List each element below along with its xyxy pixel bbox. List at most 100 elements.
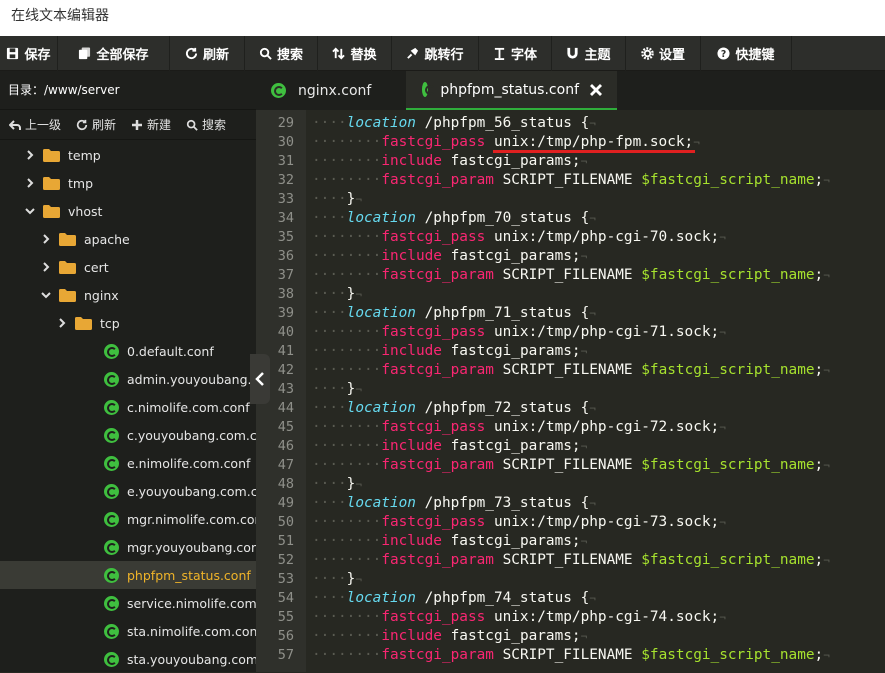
refresh-tree-button[interactable]: 刷新 — [67, 116, 122, 133]
code-token: unix:/tmp/php-fpm.sock; — [485, 134, 694, 150]
code-token: unix:/tmp/php-cgi-72.sock; — [485, 419, 720, 435]
toolbar-label: 替换 — [350, 48, 377, 63]
tree-folder[interactable]: cert — [0, 253, 256, 281]
chevron-right-icon[interactable] — [24, 149, 36, 161]
goto-line-button[interactable]: 跳转行 — [392, 36, 479, 71]
chevron-right-icon[interactable] — [40, 261, 52, 273]
tree-item-label: service.nimolife.com.conf — [127, 595, 256, 611]
code-content: ········fastcgi_pass unix:/tmp/php-cgi-7… — [312, 513, 726, 532]
search-button[interactable]: 搜索 — [245, 36, 318, 71]
line-end-marker: ¬ — [589, 592, 596, 605]
toolbar-label: 保存 — [24, 48, 51, 63]
close-icon[interactable] — [589, 83, 603, 97]
line-number: 47 — [277, 457, 294, 473]
collapse-sidebar-button[interactable] — [250, 354, 270, 404]
font-button[interactable]: 字体 — [479, 36, 552, 71]
line-end-marker: ¬ — [823, 174, 830, 187]
tree-file[interactable]: sta.youyoubang.com.c... — [0, 645, 256, 673]
line-number: 31 — [277, 153, 294, 169]
code-token: SCRIPT_FILENAME — [493, 172, 642, 188]
new-button[interactable]: 新建 — [122, 116, 177, 133]
code-editor[interactable]: 29 ····location /phpfpm_56_status {¬ 30 ···… — [256, 110, 885, 672]
tab-phpfpm-status-conf[interactable]: phpfpm_status.conf — [406, 71, 617, 110]
line-end-marker: ¬ — [823, 459, 830, 472]
whitespace-marker: ···· — [312, 286, 347, 302]
tree-folder[interactable]: apache — [0, 225, 256, 253]
tree-file[interactable]: sta.nimolife.com.conf — [0, 617, 256, 645]
code-token: SCRIPT_FILENAME — [493, 552, 642, 568]
line-number: 36 — [277, 248, 294, 264]
nginx-file-icon — [104, 539, 119, 555]
action-label: 刷新 — [92, 118, 117, 132]
whitespace-marker: ········ — [312, 457, 382, 473]
nginx-file-icon — [104, 651, 119, 667]
tree-file[interactable]: phpfpm_status.conf — [0, 561, 256, 589]
chevron-down-icon[interactable] — [24, 205, 36, 217]
tree-file[interactable]: 0.default.conf — [0, 337, 256, 365]
tree-file[interactable]: c.youyoubang.com.conf — [0, 421, 256, 449]
save-button[interactable]: 保存 — [0, 36, 58, 71]
chevron-right-icon[interactable] — [24, 177, 36, 189]
code-token: unix:/tmp/php-cgi-70.sock; — [485, 229, 720, 245]
code-token: ; — [814, 457, 824, 473]
tree-file[interactable]: e.youyoubang.com.conf — [0, 477, 256, 505]
code-content: ····}¬ — [312, 380, 362, 399]
code-token: /phpfpm_73_status { — [415, 495, 590, 511]
code-token: include — [381, 153, 442, 169]
line-number: 54 — [277, 590, 294, 606]
tree-folder[interactable]: tmp — [0, 169, 256, 197]
editor-tabs: nginx.conf phpfpm_status.conf — [256, 71, 885, 110]
tree-folder[interactable]: nginx — [0, 281, 256, 309]
tree-folder[interactable]: vhost — [0, 197, 256, 225]
line-number: 34 — [277, 210, 294, 226]
toolbar-label: 字体 — [510, 48, 537, 63]
line-number: 35 — [277, 229, 294, 245]
tree-file[interactable]: service.nimolife.com.conf — [0, 589, 256, 617]
tree-file[interactable]: admin.youyoubang.co... — [0, 365, 256, 393]
code-token: /phpfpm_70_status { — [415, 210, 590, 226]
up-level-button[interactable]: 上一级 — [0, 116, 67, 133]
chevron-down-icon[interactable] — [40, 289, 52, 301]
line-number: 50 — [277, 514, 294, 530]
code-token: include — [381, 248, 442, 264]
whitespace-marker: ···· — [312, 210, 347, 226]
code-content: ········include fastcgi_params;¬ — [312, 532, 587, 551]
line-number: 56 — [277, 628, 294, 644]
line-end-marker: ¬ — [823, 269, 830, 282]
tree-file[interactable]: c.nimolife.com.conf — [0, 393, 256, 421]
line-end-marker: ¬ — [355, 193, 362, 206]
tree-item-label: tmp — [68, 175, 94, 191]
tree-file[interactable]: e.nimolife.com.conf — [0, 449, 256, 477]
line-number: 30 — [277, 134, 294, 150]
directory-path[interactable]: /www/server — [44, 83, 120, 97]
tree-folder[interactable]: tcp — [0, 309, 256, 337]
code-token: unix:/tmp/php-cgi-74.sock; — [485, 609, 720, 625]
tree-item-label: apache — [84, 231, 130, 247]
code-token: fastcgi_param — [381, 172, 494, 188]
settings-button[interactable]: 设置 — [626, 36, 701, 71]
save-all-button[interactable]: 全部保存 — [58, 36, 170, 71]
line-end-marker: ¬ — [355, 573, 362, 586]
shortcuts-button[interactable]: ? 快捷键 — [701, 36, 792, 71]
magnet-icon — [566, 47, 579, 60]
replace-button[interactable]: 替换 — [318, 36, 392, 71]
code-token: fastcgi_params; — [441, 153, 581, 169]
code-content: ····location /phpfpm_73_status {¬ — [312, 494, 596, 513]
file-tree: temp tmp vhost apache cert nginx tcp 0.default.… — [0, 141, 256, 673]
theme-button[interactable]: 主题 — [552, 36, 626, 71]
line-end-marker: ¬ — [719, 421, 726, 434]
line-number: 48 — [277, 476, 294, 492]
code-content: ········fastcgi_pass unix:/tmp/php-cgi-7… — [312, 323, 726, 342]
tree-file[interactable]: mgr.youyoubang.com.... — [0, 533, 256, 561]
code-token: $fastcgi_script_name — [641, 362, 815, 378]
whitespace-marker: ········ — [312, 628, 382, 644]
tree-file[interactable]: mgr.nimolife.com.conf — [0, 505, 256, 533]
nginx-file-icon — [104, 371, 119, 387]
chevron-right-icon[interactable] — [56, 317, 68, 329]
chevron-right-icon[interactable] — [40, 233, 52, 245]
code-content: ········fastcgi_param SCRIPT_FILENAME $f… — [312, 646, 830, 665]
tab-nginx-conf[interactable]: nginx.conf — [256, 71, 406, 110]
refresh-button[interactable]: 刷新 — [170, 36, 245, 71]
search-tree-button[interactable]: 搜索 — [177, 116, 232, 133]
tree-folder[interactable]: temp — [0, 141, 256, 169]
